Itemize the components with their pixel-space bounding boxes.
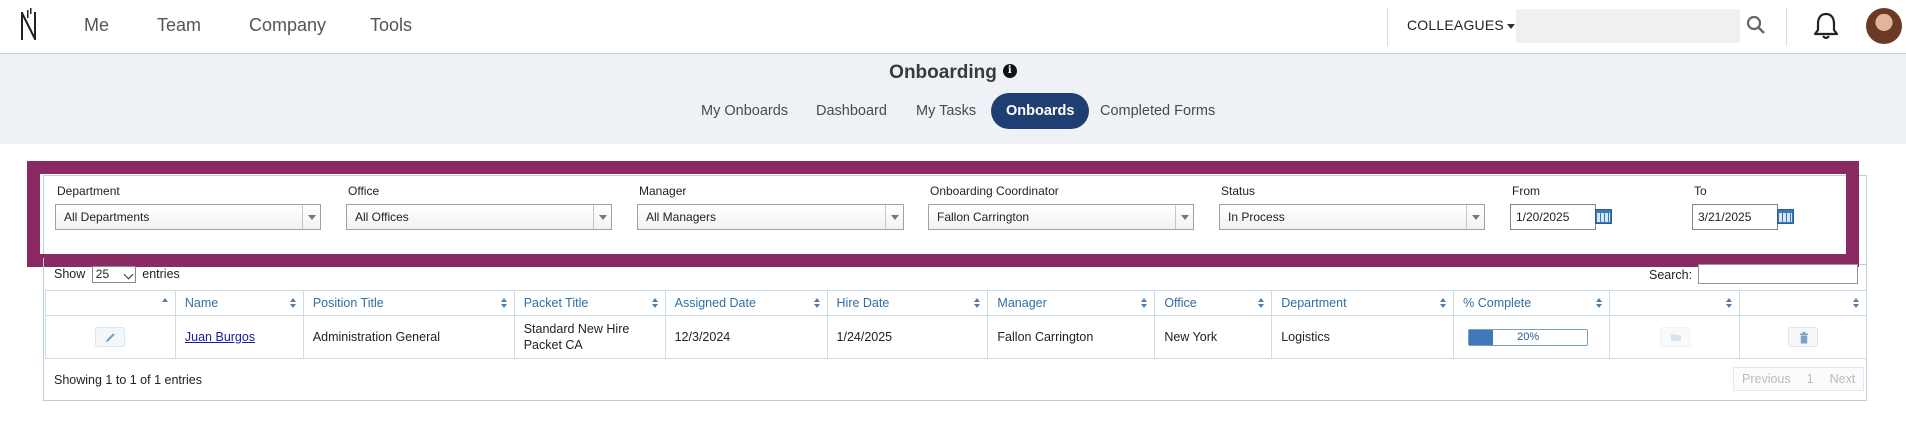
tab-dashboard[interactable]: Dashboard [801, 93, 902, 129]
nav-item-me[interactable]: Me [84, 15, 109, 36]
sort-icon [974, 298, 981, 309]
trash-icon [1800, 332, 1808, 344]
column-header-percent-complete[interactable]: % Complete [1453, 290, 1611, 316]
colleagues-dropdown[interactable]: COLLEAGUES [1407, 17, 1515, 33]
employee-name-link[interactable]: Juan Burgos [185, 330, 255, 344]
sort-icon [813, 298, 821, 309]
user-avatar[interactable] [1866, 8, 1902, 44]
entries-length-control: Show 25 entries [54, 266, 180, 283]
entries-select[interactable]: 25 [91, 266, 136, 283]
sort-icon [161, 298, 169, 309]
table-search-label: Search: [1649, 268, 1693, 282]
sort-icon [1726, 298, 1733, 309]
column-header-hire-date[interactable]: Hire Date [826, 290, 989, 316]
colleagues-label: COLLEAGUES [1407, 17, 1504, 33]
onboards-table: Name Position Title Packet Title Assigne… [45, 290, 1867, 359]
sort-icon [651, 298, 659, 309]
assigned-date-cell: 12/3/2024 [664, 315, 828, 359]
column-header-name[interactable]: Name [174, 290, 304, 316]
percent-complete-cell: 20% [1453, 315, 1611, 359]
column-header-actions[interactable] [45, 290, 176, 316]
nav-item-team[interactable]: Team [157, 15, 201, 36]
manager-cell: Fallon Carrington [987, 315, 1156, 359]
column-header-blank-2[interactable] [1739, 290, 1867, 316]
tab-my-onboards[interactable]: My Onboards [686, 93, 803, 129]
bell-icon[interactable] [1812, 11, 1840, 41]
page-title-text: Onboarding [889, 62, 997, 83]
column-label: % Complete [1463, 296, 1532, 310]
table-search-input[interactable] [1698, 264, 1858, 284]
progress-text: 20% [1517, 330, 1540, 343]
previous-page-button[interactable]: Previous [1734, 368, 1799, 390]
column-header-position-title[interactable]: Position Title [302, 290, 515, 316]
column-label: Position Title [312, 296, 384, 310]
column-label: Name [184, 296, 219, 310]
column-header-department[interactable]: Department [1271, 290, 1455, 316]
department-cell: Logistics [1271, 315, 1455, 359]
sort-icon [500, 298, 508, 309]
pencil-icon [106, 333, 116, 342]
top-navbar: Me Team Company Tools COLLEAGUES [0, 0, 1906, 54]
next-page-button[interactable]: Next [1822, 368, 1864, 390]
show-label: Show [54, 266, 86, 281]
page-title: Onboarding i [0, 62, 1906, 84]
column-label: Manager [997, 296, 1047, 310]
highlight-frame [27, 161, 1859, 267]
office-cell: New York [1154, 315, 1273, 359]
sort-icon [1258, 298, 1265, 309]
packet-title-line: Packet CA [523, 338, 583, 352]
column-header-manager[interactable]: Manager [987, 290, 1156, 316]
nav-divider [1786, 8, 1787, 46]
column-header-assigned-date[interactable]: Assigned Date [664, 290, 828, 316]
name-cell: Juan Burgos [174, 315, 304, 359]
company-logo-icon[interactable] [18, 8, 42, 44]
folder-button[interactable] [1659, 327, 1690, 347]
column-label: Office [1164, 296, 1197, 310]
table-row: Juan Burgos Administration General Stand… [45, 315, 1867, 359]
folder-icon [1670, 334, 1681, 341]
delete-button[interactable] [1788, 327, 1818, 347]
search-icon[interactable] [1745, 14, 1767, 36]
progress-bar: 20% [1468, 328, 1589, 346]
column-label: Hire Date [836, 296, 890, 310]
hire-date-cell: 1/24/2025 [826, 315, 989, 359]
column-header-office[interactable]: Office [1154, 290, 1273, 316]
tab-completed-forms[interactable]: Completed Forms [1085, 93, 1230, 129]
packet-cell: Standard New Hire Packet CA [513, 315, 666, 359]
sort-icon [1141, 298, 1148, 309]
nav-item-tools[interactable]: Tools [370, 15, 412, 36]
sort-icon [289, 298, 297, 309]
sort-icon [1853, 298, 1860, 309]
entries-label: entries [142, 266, 180, 281]
nav-item-company[interactable]: Company [249, 15, 326, 36]
tab-my-tasks[interactable]: My Tasks [901, 93, 991, 129]
caret-down-icon [1506, 23, 1515, 29]
folder-cell [1609, 315, 1741, 359]
info-icon[interactable]: i [1002, 64, 1017, 78]
sort-icon [1596, 298, 1603, 309]
actions-cell [45, 315, 176, 359]
sort-icon [1440, 298, 1447, 309]
column-label: Assigned Date [674, 296, 756, 310]
position-cell: Administration General [302, 315, 515, 359]
pagination: Previous 1 Next [1733, 367, 1865, 391]
column-header-packet-title[interactable]: Packet Title [513, 290, 666, 316]
colleague-search-input[interactable] [1516, 9, 1740, 43]
column-label: Department [1281, 296, 1347, 310]
tab-onboards[interactable]: Onboards [991, 93, 1090, 129]
packet-title-line: Standard New Hire [523, 322, 630, 336]
column-label: Packet Title [523, 296, 589, 310]
edit-button[interactable] [95, 327, 126, 347]
table-header-row: Name Position Title Packet Title Assigne… [45, 290, 1867, 316]
page-number-button[interactable]: 1 [1799, 368, 1822, 390]
delete-cell [1739, 315, 1867, 359]
column-header-blank-1[interactable] [1609, 290, 1741, 316]
nav-divider [1387, 8, 1388, 46]
table-info: Showing 1 to 1 of 1 entries [54, 373, 203, 387]
